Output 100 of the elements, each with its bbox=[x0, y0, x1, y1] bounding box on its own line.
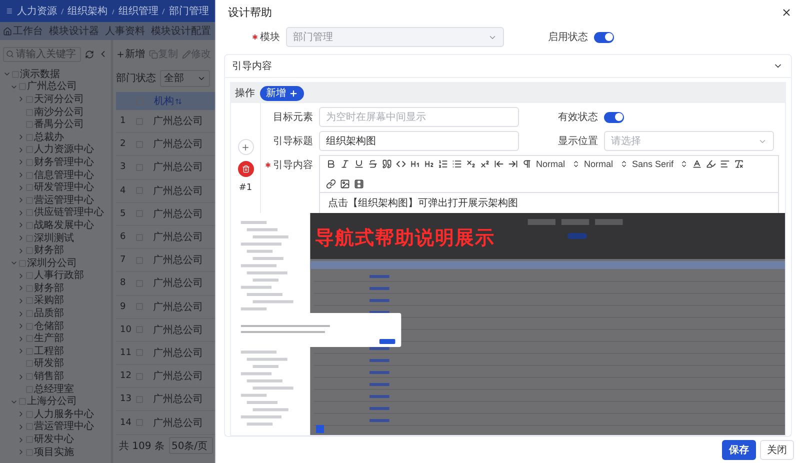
tree-item[interactable]: 财务部 bbox=[34, 282, 64, 294]
tree-item[interactable]: 研发部 bbox=[34, 358, 64, 370]
tree-item[interactable]: 销售部 bbox=[34, 371, 64, 382]
numbered-list-icon[interactable] bbox=[438, 159, 448, 169]
breadcrumb-link[interactable]: 人力资源 bbox=[16, 4, 57, 18]
breadcrumb-link[interactable]: 组织管理 bbox=[118, 4, 158, 18]
italic-icon[interactable] bbox=[340, 159, 350, 169]
title-input[interactable]: 组织架构图 bbox=[319, 131, 519, 151]
tree-item[interactable]: 财务部 bbox=[34, 245, 64, 256]
bold-icon[interactable] bbox=[326, 159, 336, 169]
tree-item[interactable]: 供应链管理中心 bbox=[34, 207, 104, 218]
caret-icon[interactable] bbox=[17, 334, 25, 343]
link-icon[interactable] bbox=[326, 179, 336, 189]
caret-icon[interactable] bbox=[17, 448, 25, 456]
caret-icon[interactable] bbox=[17, 196, 25, 204]
highlight-icon[interactable] bbox=[706, 159, 716, 169]
indent-icon[interactable] bbox=[508, 159, 518, 169]
text-color-icon[interactable] bbox=[692, 159, 702, 169]
heading-icon[interactable] bbox=[410, 159, 420, 169]
quote-icon[interactable] bbox=[382, 159, 392, 169]
breadcrumb-link[interactable]: 部门管理 bbox=[169, 4, 210, 18]
caret-icon[interactable] bbox=[17, 436, 25, 444]
code-icon[interactable] bbox=[396, 159, 406, 169]
superscript-icon[interactable] bbox=[480, 159, 490, 169]
tree-item[interactable]: 番禺分公司 bbox=[34, 119, 84, 130]
tree-item[interactable]: 研发管理中心 bbox=[34, 182, 94, 194]
breadcrumb-link[interactable]: 组织架构 bbox=[68, 4, 108, 18]
bullet-list-icon[interactable] bbox=[452, 159, 462, 169]
tree-item[interactable]: 仓储部 bbox=[34, 320, 64, 332]
caret-icon[interactable] bbox=[17, 310, 25, 318]
add-button[interactable]: 新增 bbox=[260, 86, 304, 100]
page-size-select[interactable]: 50条/页 bbox=[169, 437, 214, 454]
status-select[interactable]: 全部 bbox=[160, 70, 210, 86]
format-select[interactable]: Normal bbox=[536, 159, 580, 169]
page-tab[interactable]: 模块设计器 bbox=[49, 24, 99, 38]
tree-item[interactable]: 战略发展中心 bbox=[34, 220, 94, 231]
caret-icon[interactable] bbox=[17, 372, 25, 381]
tree-item[interactable]: 人力资源中心 bbox=[34, 144, 94, 156]
add-step-button[interactable] bbox=[238, 139, 254, 155]
align-icon[interactable] bbox=[720, 159, 730, 169]
sort-icon[interactable] bbox=[175, 98, 182, 104]
tree-item[interactable]: 人力服务中心 bbox=[34, 408, 94, 420]
tree-item[interactable]: 南沙分公司 bbox=[34, 106, 84, 118]
page-tab[interactable]: 工作台 bbox=[3, 24, 43, 38]
pilcrow-icon[interactable] bbox=[522, 159, 532, 169]
toolbar-button[interactable]: 新增 bbox=[116, 47, 145, 61]
tree-item[interactable]: 财务管理中心 bbox=[34, 156, 94, 168]
caret-icon[interactable] bbox=[17, 296, 25, 305]
format-select[interactable]: Normal bbox=[584, 159, 628, 169]
caret-icon[interactable] bbox=[17, 422, 25, 431]
tree-item[interactable]: 上海分公司 bbox=[27, 396, 77, 408]
tree-item[interactable]: 项目实施 bbox=[34, 446, 74, 458]
tree-item[interactable]: 采购部 bbox=[34, 295, 64, 306]
tree-item[interactable]: 天河分公司 bbox=[34, 94, 84, 105]
position-select[interactable]: 请选择 bbox=[604, 131, 774, 151]
tree-item[interactable]: 广州总公司 bbox=[27, 81, 77, 92]
tree-item[interactable]: 演示数据 bbox=[20, 68, 60, 80]
caret-icon[interactable] bbox=[17, 158, 25, 166]
caret-icon[interactable] bbox=[17, 284, 25, 292]
underline-icon[interactable] bbox=[354, 159, 364, 169]
tree-item[interactable]: 总裁办 bbox=[34, 132, 64, 143]
page-tab[interactable]: 人事资料 bbox=[105, 24, 145, 38]
tree-item[interactable]: 品质部 bbox=[34, 308, 64, 320]
caret-icon[interactable] bbox=[17, 208, 25, 217]
close-button[interactable] bbox=[781, 6, 792, 18]
caret-icon[interactable] bbox=[17, 410, 25, 418]
subscript-icon[interactable] bbox=[466, 159, 476, 169]
caret-icon[interactable] bbox=[17, 272, 25, 280]
caret-icon[interactable] bbox=[17, 221, 25, 230]
caret-icon[interactable] bbox=[17, 171, 25, 180]
page-tab[interactable]: 模块设计配置 bbox=[151, 24, 211, 38]
enabled-toggle[interactable] bbox=[594, 32, 614, 42]
heading-icon[interactable] bbox=[424, 159, 434, 169]
caret-icon[interactable] bbox=[17, 184, 25, 192]
tree-item[interactable]: 研发中心 bbox=[34, 434, 74, 446]
valid-toggle[interactable] bbox=[604, 112, 624, 122]
tree-item[interactable]: 营运管理中心 bbox=[34, 194, 94, 206]
caret-icon[interactable] bbox=[17, 95, 25, 104]
image-icon[interactable] bbox=[340, 179, 350, 189]
tree-item[interactable]: 人事行政部 bbox=[34, 270, 84, 282]
menu-icon[interactable] bbox=[6, 6, 13, 16]
caret-icon[interactable] bbox=[17, 347, 25, 356]
tree-item[interactable]: 深圳分公司 bbox=[27, 258, 77, 269]
target-input[interactable]: 为空时在屏幕中间显示 bbox=[319, 107, 519, 127]
tree-item[interactable]: 深圳测试 bbox=[34, 232, 74, 244]
caret-icon[interactable] bbox=[17, 322, 25, 330]
save-button[interactable]: 保存 bbox=[722, 440, 756, 460]
refresh-icon[interactable] bbox=[85, 50, 94, 58]
video-icon[interactable] bbox=[354, 179, 364, 189]
clear-format-icon[interactable] bbox=[734, 159, 744, 169]
tree-item[interactable]: 工程部 bbox=[34, 346, 64, 357]
caret-icon[interactable] bbox=[17, 146, 25, 154]
tree-item[interactable]: 生产部 bbox=[34, 333, 64, 344]
caret-icon[interactable] bbox=[17, 234, 25, 242]
tree-item[interactable]: 营运管理中心 bbox=[34, 421, 94, 432]
format-select[interactable]: Sans Serif bbox=[632, 159, 688, 169]
close-button[interactable]: 关闭 bbox=[760, 440, 794, 460]
strikethrough-icon[interactable] bbox=[368, 159, 378, 169]
column-header[interactable]: 机构 bbox=[154, 94, 182, 108]
outdent-icon[interactable] bbox=[494, 159, 504, 169]
